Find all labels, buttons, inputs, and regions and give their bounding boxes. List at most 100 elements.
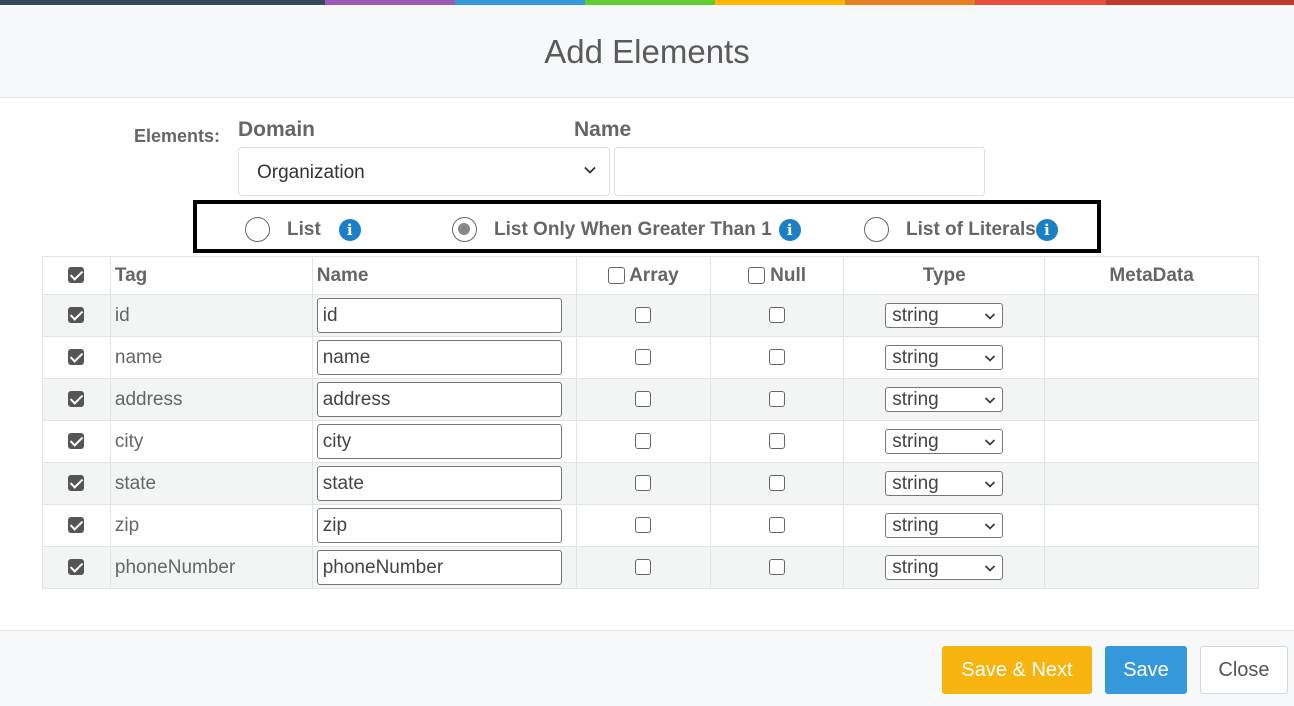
row-type-cell: string <box>843 336 1046 379</box>
row-name-input[interactable]: phoneNumber <box>316 550 562 585</box>
info-icon[interactable]: i <box>778 218 801 241</box>
radio-list-of-literals[interactable]: List of Literals i <box>864 217 1058 242</box>
row-type-cell: string <box>843 378 1046 421</box>
name-label: Name <box>574 118 632 141</box>
row-null-checkbox[interactable] <box>768 349 785 366</box>
domain-select[interactable]: Organization <box>238 147 610 196</box>
row-array-checkbox[interactable] <box>635 307 652 324</box>
row-select-checkbox[interactable] <box>68 433 85 450</box>
close-button[interactable]: Close <box>1200 646 1288 694</box>
row-null-cell <box>709 420 845 463</box>
row-name-input[interactable]: name <box>316 340 562 375</box>
row-select-cell <box>42 546 111 589</box>
row-name-input[interactable]: id <box>316 298 562 333</box>
radio-list-of-literals-label: List of Literals <box>906 218 1036 240</box>
row-type-value: string <box>892 347 939 368</box>
row-select-checkbox[interactable] <box>68 517 85 534</box>
name-field[interactable] <box>614 147 985 196</box>
chevron-down-icon <box>985 481 996 488</box>
row-null-checkbox[interactable] <box>768 433 785 450</box>
select-all-checkbox[interactable] <box>68 267 85 284</box>
table-row: state state string <box>42 462 1259 505</box>
null-all-checkbox[interactable] <box>747 266 765 284</box>
row-select-checkbox[interactable] <box>68 349 85 366</box>
row-tag: city <box>109 420 313 463</box>
info-icon[interactable]: i <box>338 218 361 241</box>
row-tag: name <box>109 336 313 379</box>
row-metadata <box>1044 504 1259 547</box>
row-array-checkbox[interactable] <box>635 391 652 408</box>
row-type-select[interactable]: string <box>885 471 1004 496</box>
chevron-down-icon <box>985 523 996 530</box>
save-and-next-button[interactable]: Save & Next <box>942 646 1092 694</box>
row-metadata <box>1044 378 1259 421</box>
row-type-value: string <box>892 473 939 494</box>
info-icon[interactable]: i <box>1035 218 1058 241</box>
row-tag: id <box>109 294 313 337</box>
array-all-checkbox[interactable] <box>607 266 625 284</box>
row-array-checkbox[interactable] <box>635 349 652 366</box>
row-name-cell: state <box>311 462 577 505</box>
row-name-input[interactable]: address <box>316 382 562 417</box>
row-type-select[interactable]: string <box>885 555 1004 580</box>
dialog-footer: Save & Next Save Close <box>0 630 1294 706</box>
header-array: Array <box>575 256 711 295</box>
row-select-checkbox[interactable] <box>68 307 85 324</box>
table-row: city city string <box>42 420 1259 463</box>
row-null-cell <box>709 504 845 547</box>
row-name-cell: id <box>311 294 577 337</box>
radio-list-greater-than-one-button[interactable] <box>452 217 477 242</box>
row-null-checkbox[interactable] <box>768 391 785 408</box>
row-type-select[interactable]: string <box>885 303 1004 328</box>
row-name-input[interactable]: state <box>316 466 562 501</box>
row-name-input[interactable]: city <box>316 424 562 459</box>
row-select-cell <box>42 504 111 547</box>
radio-list-button[interactable] <box>245 217 270 242</box>
table-row: address address string <box>42 378 1259 421</box>
radio-list-of-literals-button[interactable] <box>864 217 889 242</box>
row-array-cell <box>575 294 711 337</box>
row-metadata <box>1044 420 1259 463</box>
table-header-row: Tag Name Array Null Type MetaData <box>42 256 1259 295</box>
row-type-value: string <box>892 305 939 326</box>
row-array-checkbox[interactable] <box>635 559 652 576</box>
row-name-cell: phoneNumber <box>311 546 577 589</box>
row-type-select[interactable]: string <box>885 387 1004 412</box>
radio-list-greater-than-one[interactable]: List Only When Greater Than 1 i <box>452 217 801 242</box>
row-null-checkbox[interactable] <box>768 559 785 576</box>
row-type-select[interactable]: string <box>885 513 1004 538</box>
row-type-cell: string <box>843 420 1046 463</box>
row-metadata <box>1044 462 1259 505</box>
row-array-cell <box>575 420 711 463</box>
table-row: phoneNumber phoneNumber string <box>42 546 1259 589</box>
save-button[interactable]: Save <box>1105 646 1187 694</box>
dialog-header: Add Elements <box>0 5 1294 98</box>
row-type-cell: string <box>843 462 1046 505</box>
row-select-checkbox[interactable] <box>68 391 85 408</box>
row-type-value: string <box>892 557 939 578</box>
row-type-select[interactable]: string <box>885 345 1004 370</box>
row-type-cell: string <box>843 546 1046 589</box>
row-null-checkbox[interactable] <box>768 307 785 324</box>
radio-list[interactable]: List i <box>245 217 361 242</box>
row-array-cell <box>575 378 711 421</box>
row-name-input[interactable]: zip <box>316 508 562 543</box>
row-type-select[interactable]: string <box>885 429 1004 454</box>
table-row: zip zip string <box>42 504 1259 547</box>
elements-table: Tag Name Array Null Type MetaData id id st… <box>42 256 1259 589</box>
row-select-cell <box>42 294 111 337</box>
row-type-value: string <box>892 431 939 452</box>
row-metadata <box>1044 294 1259 337</box>
row-tag: address <box>109 378 313 421</box>
row-select-checkbox[interactable] <box>68 559 85 576</box>
row-select-cell <box>42 378 111 421</box>
row-null-checkbox[interactable] <box>768 517 785 534</box>
domain-label: Domain <box>238 118 316 141</box>
row-array-cell <box>575 336 711 379</box>
row-select-checkbox[interactable] <box>68 475 85 492</box>
row-array-checkbox[interactable] <box>635 475 652 492</box>
row-type-value: string <box>892 389 939 410</box>
row-null-checkbox[interactable] <box>768 475 785 492</box>
row-array-checkbox[interactable] <box>635 517 652 534</box>
row-array-checkbox[interactable] <box>635 433 652 450</box>
